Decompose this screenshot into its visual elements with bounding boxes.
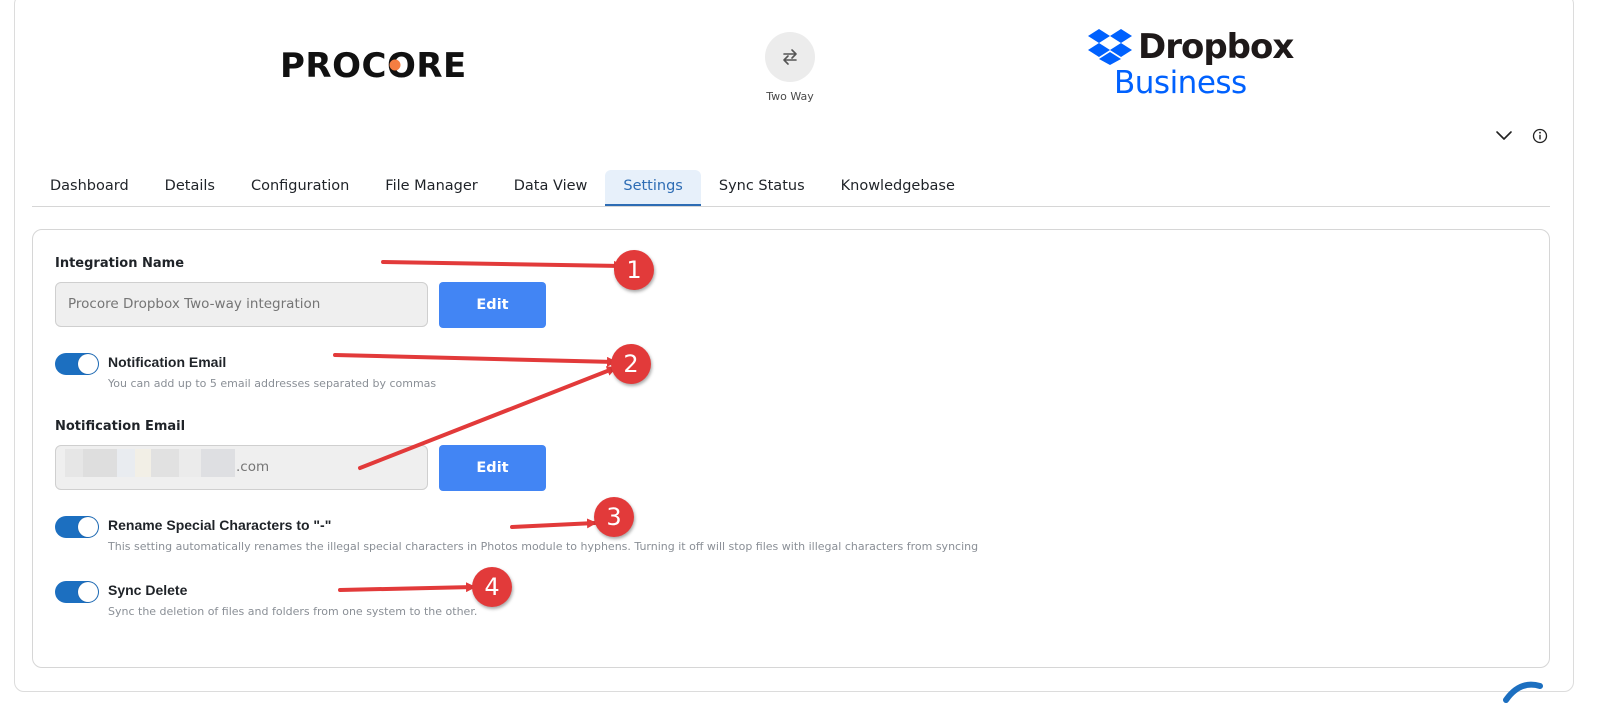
annotation-badge-4: 4 bbox=[472, 567, 512, 607]
annotation-badge-2: 2 bbox=[611, 344, 651, 384]
annotation-arrow-2a bbox=[333, 353, 617, 367]
annotation-arrow-2b bbox=[358, 366, 617, 470]
annotation-arrow-1 bbox=[381, 260, 624, 271]
annotation-arrow-4 bbox=[338, 582, 476, 593]
annotation-arrows bbox=[333, 260, 624, 593]
annotation-badge-3: 3 bbox=[594, 497, 634, 537]
corner-curved-arrow-icon bbox=[1503, 681, 1543, 703]
annotation-badge-1: 1 bbox=[614, 250, 654, 290]
annotation-arrow-3 bbox=[510, 518, 597, 529]
